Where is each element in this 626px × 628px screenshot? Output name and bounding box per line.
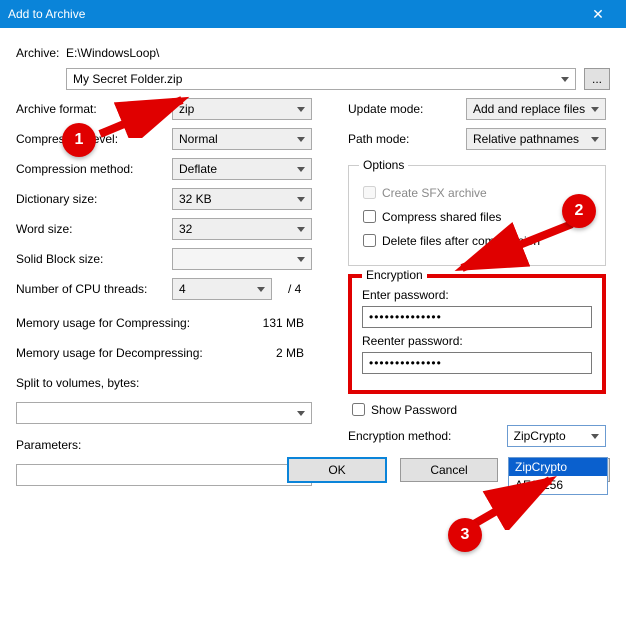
reenter-password-label: Reenter password:: [362, 334, 592, 348]
browse-button[interactable]: ...: [584, 68, 610, 90]
options-legend: Options: [359, 158, 408, 172]
format-label: Archive format:: [16, 102, 172, 116]
mem-d-label: Memory usage for Decompressing:: [16, 346, 203, 360]
compress-shared-checkbox[interactable]: [363, 210, 376, 223]
shared-label: Compress shared files: [382, 210, 501, 224]
delafter-label: Delete files after compression: [382, 234, 540, 248]
archive-filename-combo[interactable]: My Secret Folder.zip: [66, 68, 576, 90]
method-label: Compression method:: [16, 162, 172, 176]
callout-2: 2: [562, 194, 596, 228]
mem-c-value: 131 MB: [263, 316, 336, 330]
show-password-checkbox[interactable]: [352, 403, 365, 416]
show-password-label: Show Password: [371, 403, 457, 417]
parameters-input[interactable]: [16, 464, 312, 486]
password-input[interactable]: ••••••••••••••: [362, 306, 592, 328]
close-icon[interactable]: ✕: [578, 6, 618, 23]
window-title: Add to Archive: [8, 7, 85, 21]
sfx-label: Create SFX archive: [382, 186, 487, 200]
solid-block-select: [172, 248, 312, 270]
archive-label: Archive:: [16, 46, 66, 60]
title-bar: Add to Archive ✕: [0, 0, 626, 28]
encryption-method-dropdown[interactable]: ZipCrypto AES-256: [508, 457, 608, 495]
solid-label: Solid Block size:: [16, 252, 172, 266]
enc-option-zipcrypto[interactable]: ZipCrypto: [509, 458, 607, 476]
callout-1: 1: [62, 123, 96, 157]
update-mode-select[interactable]: Add and replace files: [466, 98, 606, 120]
split-volumes-combo[interactable]: [16, 402, 312, 424]
callout-3: 3: [448, 518, 482, 552]
path-mode-select[interactable]: Relative pathnames: [466, 128, 606, 150]
compression-method-select[interactable]: Deflate: [172, 158, 312, 180]
archive-path: E:\WindowsLoop\: [66, 46, 159, 60]
encryption-group: Encryption Enter password: •••••••••••••…: [348, 274, 606, 394]
cpu-threads-select[interactable]: 4: [172, 278, 272, 300]
word-size-select[interactable]: 32: [172, 218, 312, 240]
ok-button[interactable]: OK: [288, 458, 386, 482]
encryption-method-select[interactable]: ZipCrypto: [507, 425, 606, 447]
sfx-checkbox: [363, 186, 376, 199]
archive-filename: My Secret Folder.zip: [73, 72, 182, 86]
mem-d-value: 2 MB: [276, 346, 336, 360]
enter-password-label: Enter password:: [362, 288, 592, 302]
compression-level-select[interactable]: Normal: [172, 128, 312, 150]
params-label: Parameters:: [16, 438, 81, 452]
dict-label: Dictionary size:: [16, 192, 172, 206]
cancel-button[interactable]: Cancel: [400, 458, 498, 482]
update-label: Update mode:: [348, 102, 466, 116]
split-label: Split to volumes, bytes:: [16, 376, 139, 390]
delete-after-checkbox[interactable]: [363, 234, 376, 247]
cpu-total: / 4: [288, 282, 301, 296]
enc-method-label: Encryption method:: [348, 429, 507, 443]
word-label: Word size:: [16, 222, 172, 236]
mem-c-label: Memory usage for Compressing:: [16, 316, 190, 330]
enc-option-aes256[interactable]: AES-256: [509, 476, 607, 494]
dictionary-size-select[interactable]: 32 KB: [172, 188, 312, 210]
password-confirm-input[interactable]: ••••••••••••••: [362, 352, 592, 374]
path-label: Path mode:: [348, 132, 466, 146]
archive-format-select[interactable]: zip: [172, 98, 312, 120]
cpu-label: Number of CPU threads:: [16, 282, 172, 296]
encryption-legend: Encryption: [362, 268, 427, 282]
